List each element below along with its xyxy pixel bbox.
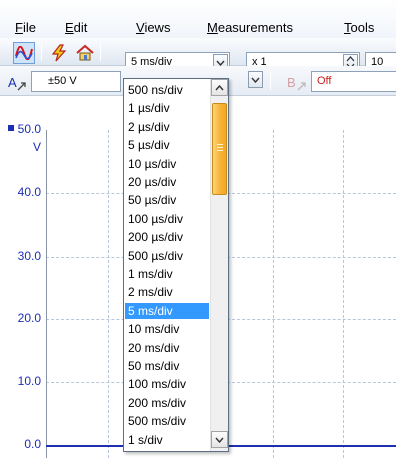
chevron-down-icon [216,60,225,66]
toolbar-separator [270,72,271,90]
dropdown-option[interactable]: 50 µs/div [125,192,209,208]
home-button[interactable] [74,42,96,64]
channel-a-range-combo[interactable]: ±50 V [31,71,121,92]
grid-line [273,130,274,458]
channel-b-arrow-icon [297,82,306,91]
menu-tools[interactable]: Tools [344,20,374,35]
y-tick-label: 30.0 [17,249,41,263]
y-tick-label: 20.0 [17,311,41,325]
dropdown-option[interactable]: 2 µs/div [125,119,209,135]
dropdown-option[interactable]: 200 ms/div [125,395,209,411]
y-tick-label: 40.0 [17,185,41,199]
scope-waveform-icon [15,46,33,60]
menu-bar: File Edit Views Measurements Tools [0,0,396,38]
grid-line [343,130,344,458]
dropdown-option[interactable]: 2 ms/div [125,284,209,300]
lightning-icon [51,44,67,62]
chevron-down-icon [215,437,224,443]
menu-views[interactable]: Views [136,20,170,35]
menu-file[interactable]: File [15,20,36,35]
y-tick-label: 10.0 [17,374,41,388]
grid-line [108,130,109,458]
dropdown-option[interactable]: 100 µs/div [125,211,209,227]
dropdown-option[interactable]: 1 µs/div [125,100,209,116]
dropdown-option[interactable]: 10 ms/div [125,321,209,337]
dropdown-option[interactable]: 1 ms/div [125,266,209,282]
dropdown-option[interactable]: 1 s/div [125,432,209,448]
dropdown-option[interactable]: 100 ms/div [125,376,209,392]
channel-b-label: B [287,75,296,90]
chevron-down-icon [251,77,260,83]
dropdown-option[interactable]: 20 µs/div [125,174,209,190]
scope-mode-button[interactable] [13,42,35,64]
dropdown-option[interactable]: 10 µs/div [125,156,209,172]
grip-line [217,147,223,148]
timebase-dropdown-list[interactable]: 500 ns/div 1 µs/div 2 µs/div 5 µs/div 10 µs/… [123,78,229,452]
dropdown-option[interactable]: 5 ms/div [125,302,209,319]
menu-measurements[interactable]: Measurements [207,20,293,35]
dropdown-option[interactable]: 500 ns/div [125,82,209,98]
chevron-up-icon [215,84,224,90]
channel-a-label: A [8,75,17,90]
dropdown-scrollbar[interactable] [210,79,228,451]
dropdown-option[interactable]: 500 ms/div [125,413,209,429]
dropdown-option[interactable]: 50 ms/div [125,358,209,374]
channel-a-coupling-button[interactable] [245,71,263,92]
dropdown-option[interactable]: 5 µs/div [125,137,209,153]
toolbar-separator [100,43,101,61]
y-unit-label: V [32,140,41,154]
scroll-down-button[interactable] [211,431,228,448]
channel-a-arrow-icon [17,82,26,91]
grip-line [217,150,223,151]
y-tick-label: 0.0 [24,437,41,451]
channel-b-coupling-combo[interactable]: Off [311,71,396,92]
channel-a-range: ±50 V [48,75,77,87]
y-axis [46,130,47,458]
scroll-up-button[interactable] [211,79,228,96]
dropdown-option[interactable]: 200 µs/div [125,229,209,245]
channel-a-coupling-dropdown[interactable] [248,71,263,88]
dropdown-option[interactable]: 500 µs/div [125,248,209,264]
home-icon [76,44,94,61]
grip-line [217,144,223,145]
menu-edit[interactable]: Edit [65,20,87,35]
trigger-button[interactable] [48,42,70,64]
y-tick-label: 50.0 [17,122,41,136]
channel-b-coupling: Off [317,75,332,87]
dropdown-option[interactable]: 20 ms/div [125,340,209,356]
scroll-thumb[interactable] [212,103,227,195]
toolbar-separator [41,43,42,61]
